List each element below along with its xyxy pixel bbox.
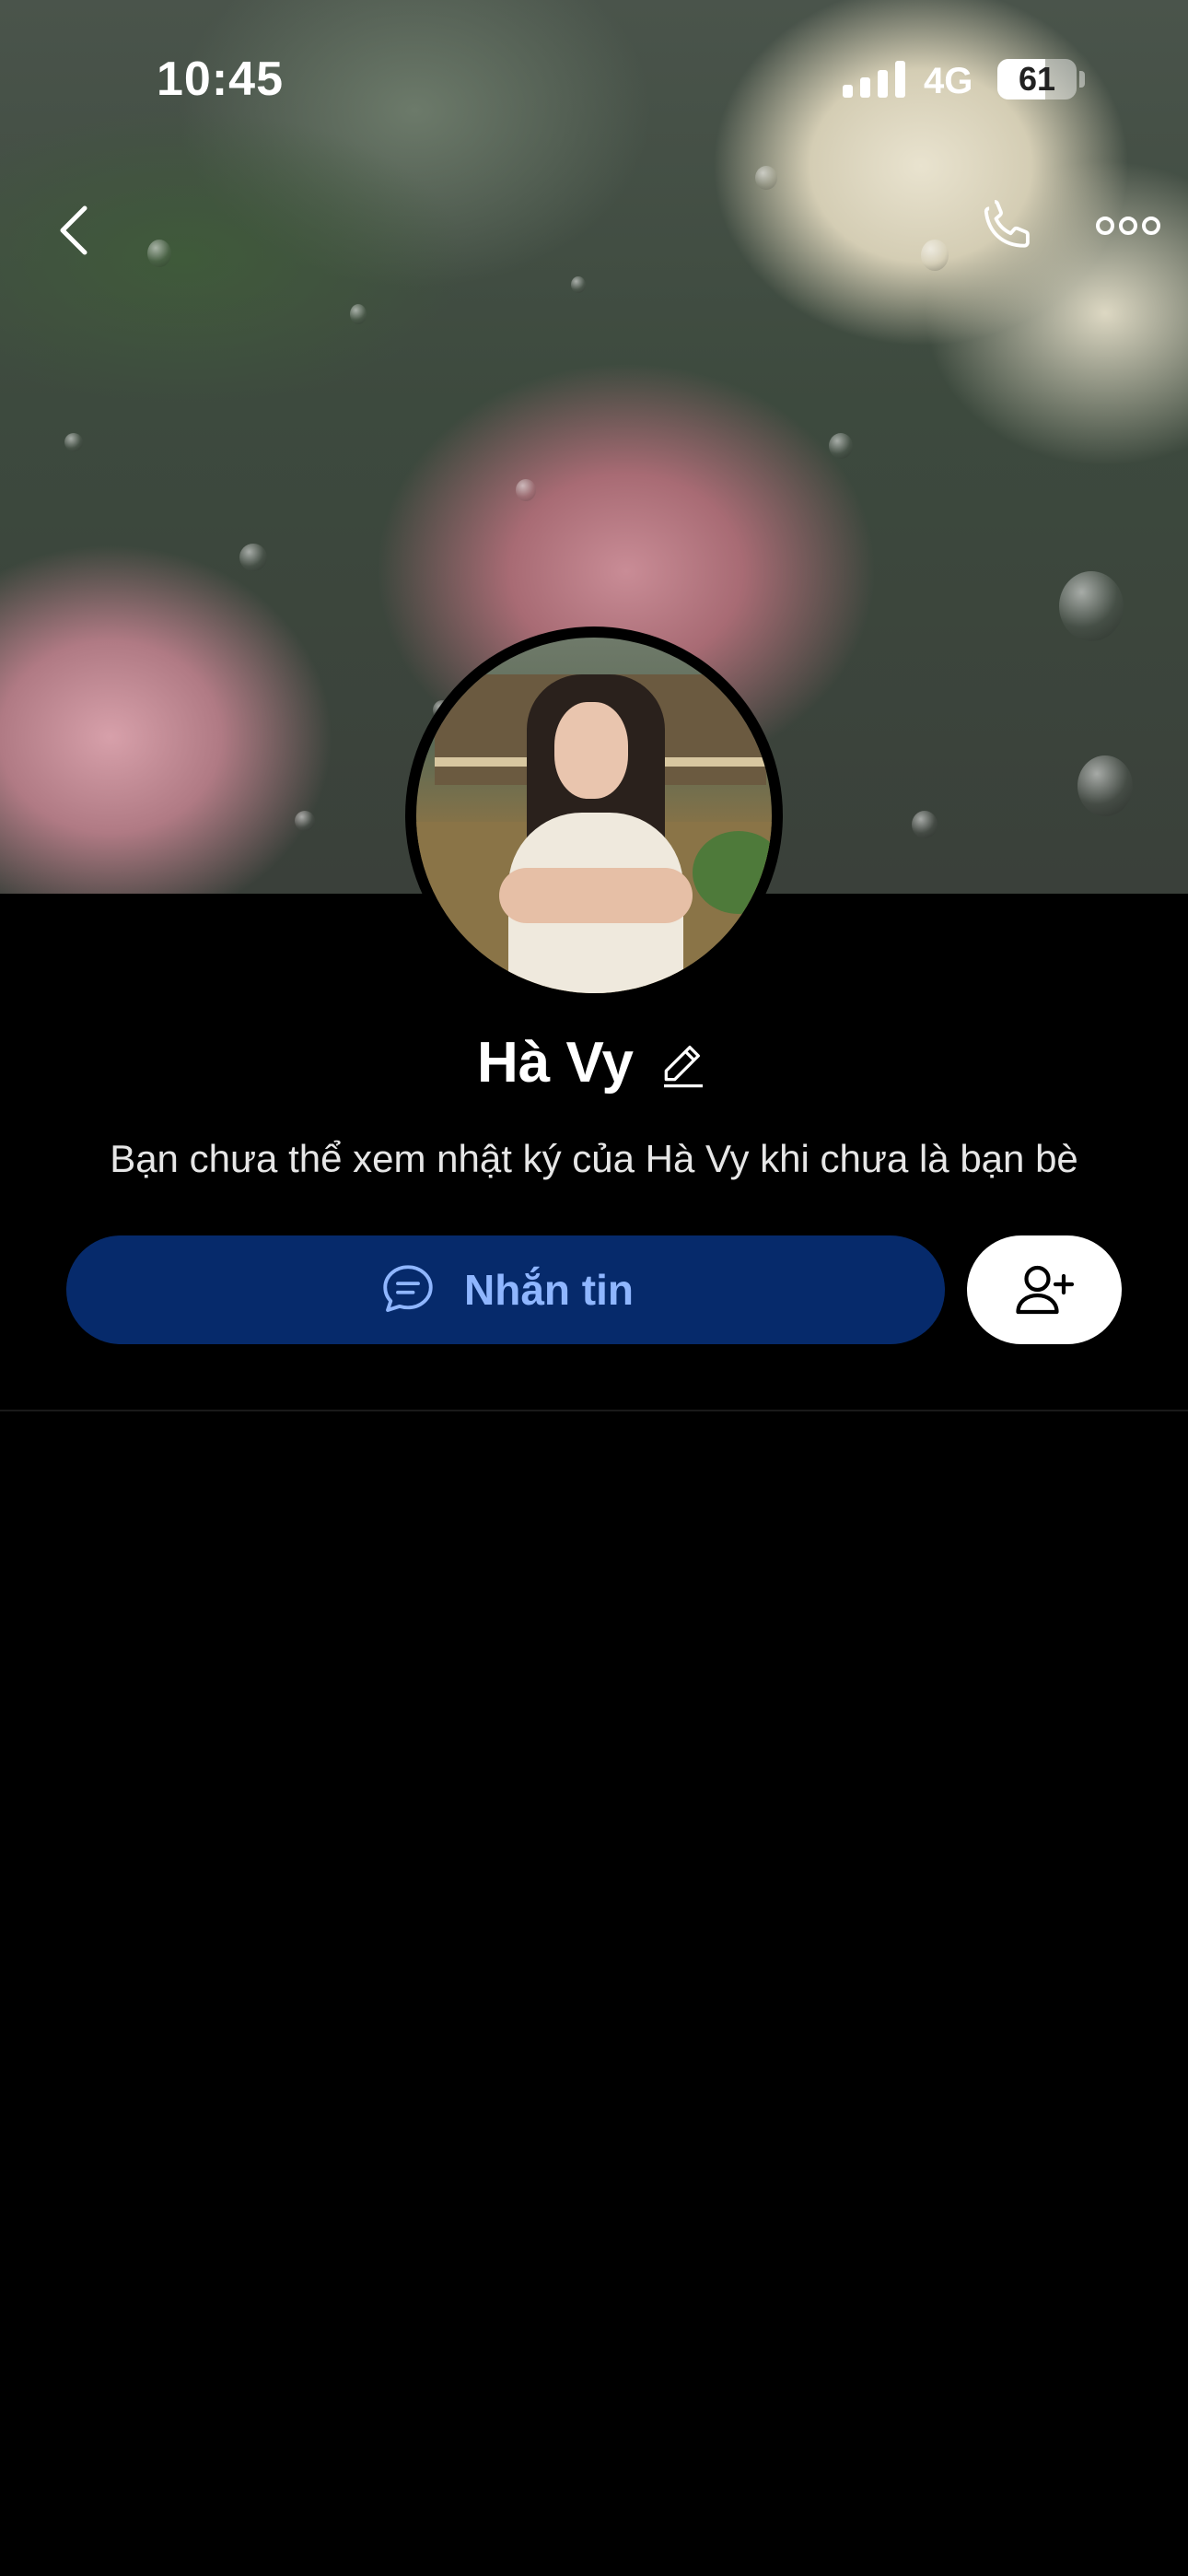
- back-button[interactable]: [28, 184, 120, 276]
- battery-icon: 61: [997, 59, 1077, 100]
- add-friend-button[interactable]: [967, 1235, 1122, 1344]
- message-button[interactable]: Nhắn tin: [66, 1235, 945, 1344]
- pencil-icon: [664, 1046, 703, 1088]
- network-type: 4G: [924, 61, 973, 101]
- status-time: 10:45: [157, 53, 284, 106]
- call-button[interactable]: [958, 175, 1059, 276]
- message-button-label: Nhắn tin: [464, 1266, 634, 1314]
- chevron-left-icon: [60, 205, 87, 255]
- phone-icon: [984, 199, 1030, 248]
- profile-screen: 10:45 4G 61 Hà Vy Bạn chưa thể xem nhật …: [0, 0, 1188, 2576]
- status-bar: 10:45 4G 61: [0, 0, 1188, 147]
- chat-bubble-icon: [383, 1265, 433, 1312]
- edit-name-button[interactable]: [656, 1035, 711, 1090]
- signal-icon: [843, 61, 905, 98]
- profile-name-row: Hà Vy: [0, 1021, 1188, 1104]
- section-divider: [0, 1410, 1188, 1411]
- add-user-icon: [1016, 1265, 1075, 1315]
- avatar-image: [416, 638, 772, 993]
- avatar[interactable]: [405, 626, 783, 1004]
- privacy-notice: Bạn chưa thể xem nhật ký của Hà Vy khi c…: [110, 1137, 1078, 1180]
- battery-tip: [1079, 71, 1085, 88]
- ellipsis-icon: [1096, 217, 1160, 235]
- more-options-button[interactable]: [1082, 175, 1174, 276]
- profile-name: Hà Vy: [476, 1030, 634, 1095]
- battery-level: 61: [1018, 60, 1056, 98]
